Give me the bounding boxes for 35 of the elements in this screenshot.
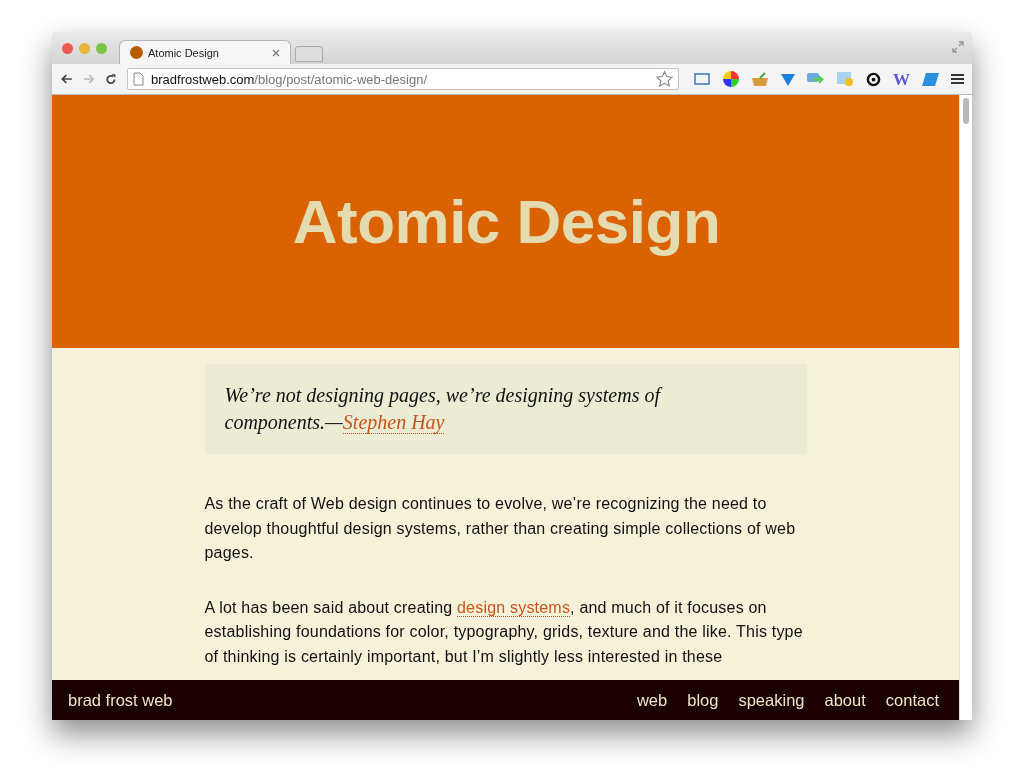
nav-link[interactable]: about [824, 690, 866, 710]
forward-icon[interactable] [82, 72, 96, 86]
nav-link[interactable]: contact [885, 690, 939, 710]
minimize-button[interactable] [79, 42, 90, 54]
menu-icon[interactable] [951, 73, 964, 85]
fullscreen-icon[interactable] [952, 41, 964, 53]
close-button[interactable] [62, 42, 73, 54]
site-name-link[interactable]: brad frost web [68, 690, 173, 710]
arrow-icon[interactable] [807, 72, 825, 86]
back-icon[interactable] [60, 72, 73, 86]
favicon-icon [130, 46, 143, 59]
zoom-button[interactable] [96, 42, 107, 54]
color-wheel-icon[interactable] [723, 71, 739, 87]
nav-link[interactable]: web [636, 690, 668, 710]
basket-icon[interactable] [751, 71, 769, 87]
folder-icon[interactable] [837, 71, 854, 87]
address-bar[interactable]: bradfrostweb.com/blog/post/atomic-web-design/ [127, 68, 679, 90]
page-title: Atomic Design [292, 186, 721, 257]
tablet-icon[interactable] [922, 71, 939, 87]
quote-text: We’re not designing pages, we’re designing systems of components.—Stephen Hay [224, 382, 695, 436]
browser-tab[interactable]: Atomic Design [119, 40, 291, 64]
nav-link[interactable]: blog [687, 690, 719, 710]
paragraph: A lot has been said about creating design systems, and much of it focuses on establishing foundations for color, typography, grids, texture and the like. This type of thinking is certainly important, but I’m slightly less interested in these [204, 597, 804, 667]
frame-icon[interactable] [693, 72, 711, 86]
new-tab-button[interactable] [295, 46, 323, 62]
reload-icon[interactable] [105, 71, 117, 87]
close-icon[interactable] [272, 48, 280, 57]
gem-icon[interactable] [781, 71, 795, 87]
page-icon [133, 72, 144, 86]
paragraph: As the craft of Web design continues to evolve, we’re recognizing the need to develop thoughtful design systems, rather than creating simple collections of web pages. [204, 494, 797, 563]
scrollbar[interactable] [959, 95, 972, 720]
extension-icon[interactable]: W [893, 70, 910, 88]
star-icon[interactable] [656, 71, 673, 87]
nav-link[interactable]: speaking [738, 690, 805, 710]
author-link[interactable]: Stephen Hay [342, 411, 445, 434]
